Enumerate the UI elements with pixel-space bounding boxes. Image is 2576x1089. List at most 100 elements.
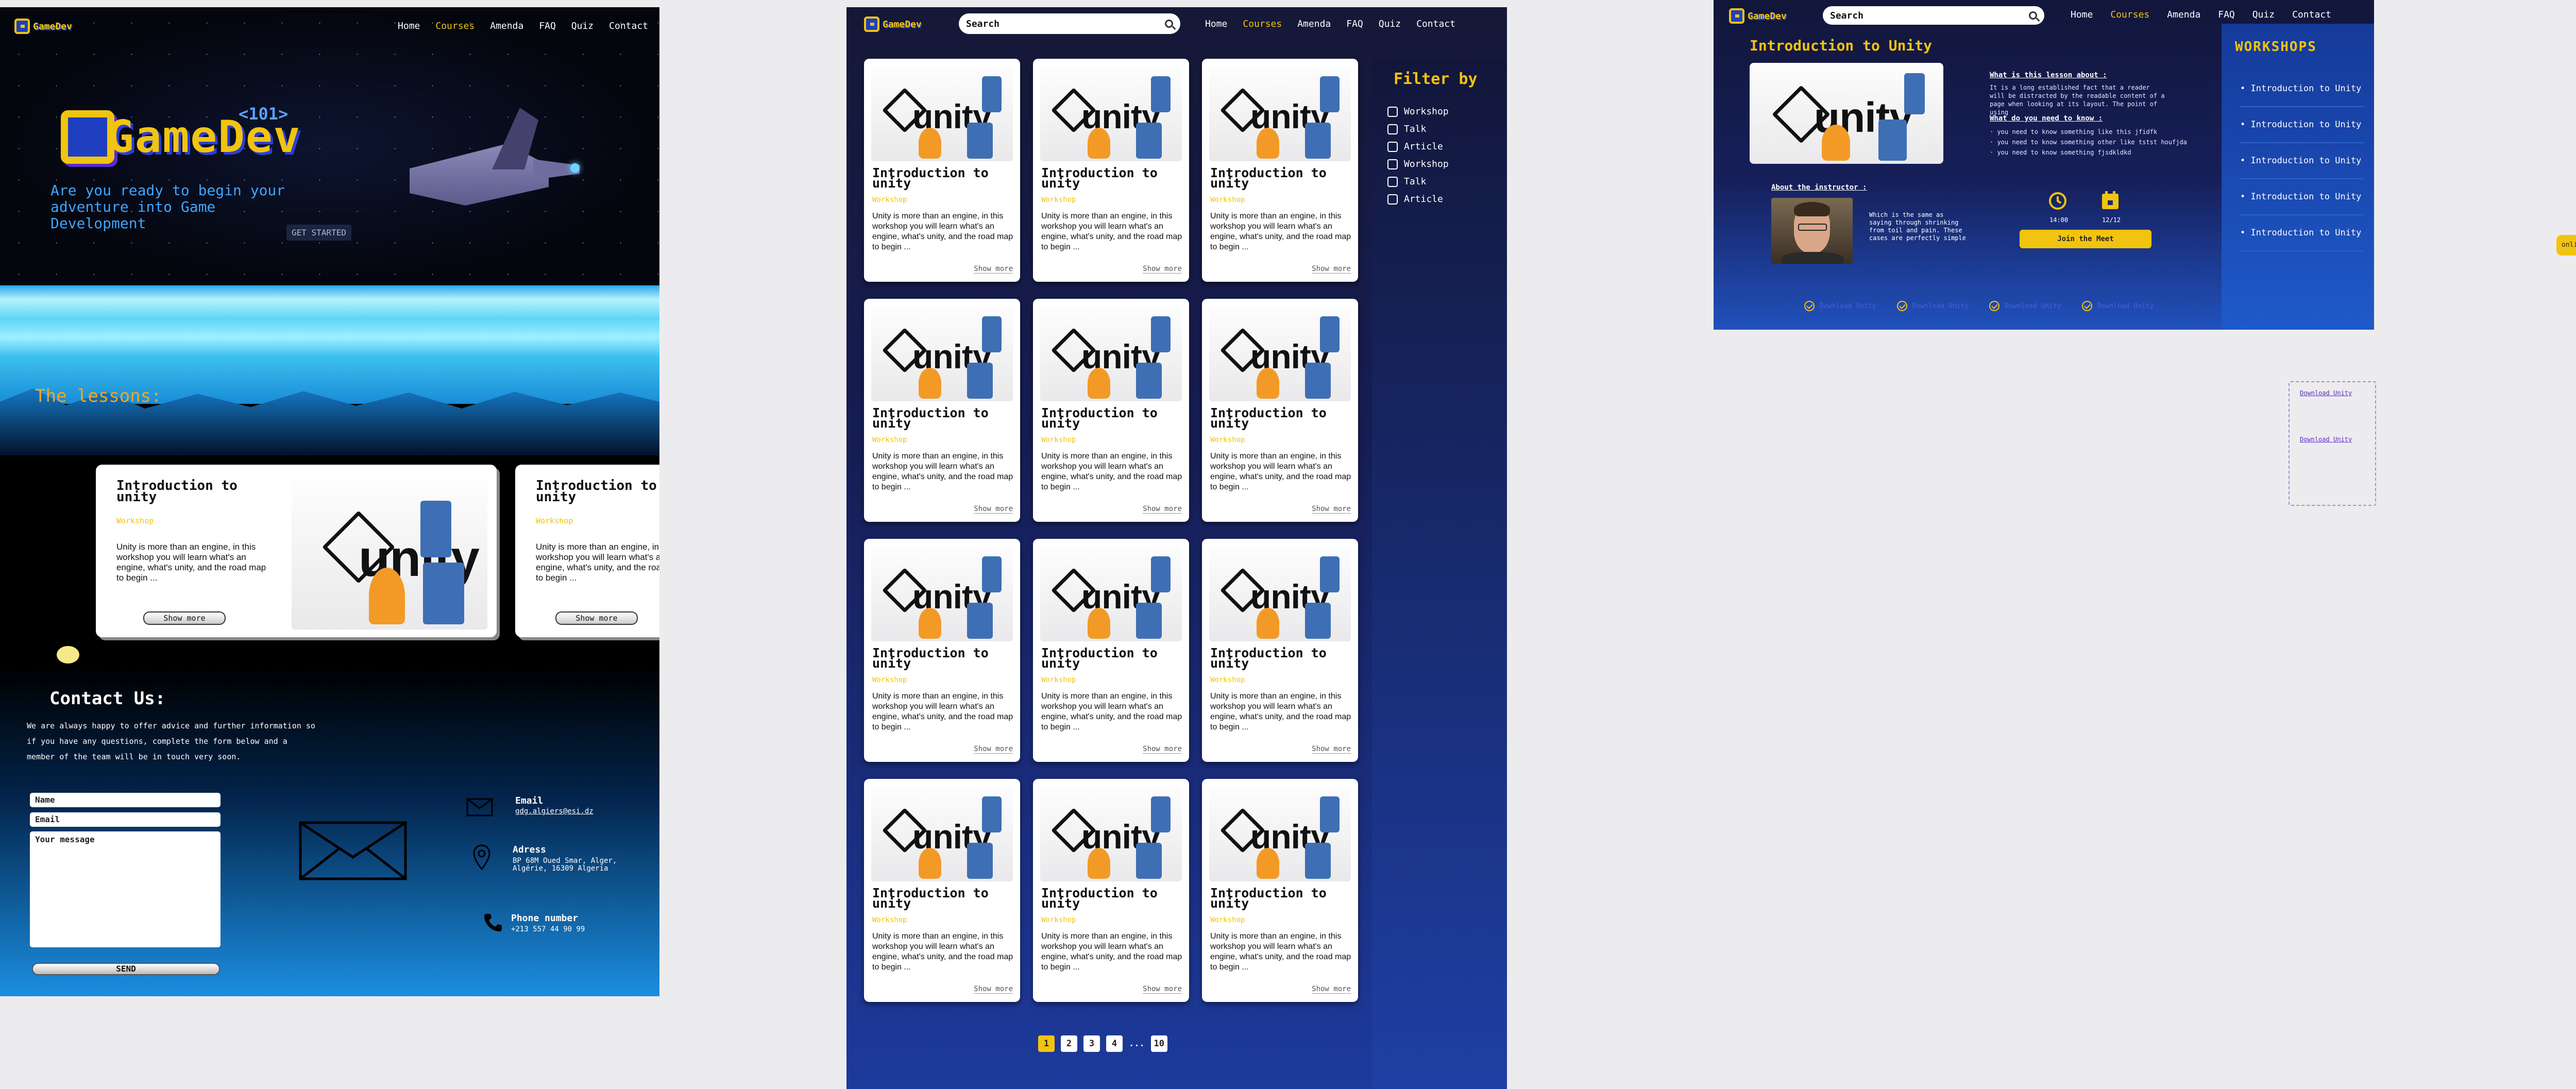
name-field[interactable]: Name	[30, 793, 221, 807]
course-card[interactable]: unity Introduction to unity Workshop Unity …	[1033, 779, 1189, 1002]
send-button[interactable]: SEND	[32, 963, 220, 975]
phone-value[interactable]: +213 557 44 90 99	[511, 925, 585, 933]
search-input[interactable]: Search	[1830, 10, 1863, 21]
show-more-button[interactable]: Show more	[555, 611, 638, 625]
search-bar[interactable]: Search	[959, 13, 1180, 34]
unity-thumbnail: unity	[1209, 546, 1351, 641]
nav-home[interactable]: Home	[398, 21, 420, 31]
lesson-card[interactable]: Introduction to unity Workshop Unity is …	[515, 465, 659, 637]
nav-amenda[interactable]: Amenda	[490, 21, 523, 31]
nav-home[interactable]: Home	[2071, 9, 2093, 20]
nav-courses[interactable]: Courses	[1243, 19, 1282, 29]
landing-nav: Home Courses Amenda FAQ Quiz Contact	[398, 21, 648, 31]
nav-amenda[interactable]: Amenda	[2167, 9, 2200, 20]
show-more-link[interactable]: Show more	[1312, 265, 1351, 274]
download-unity-link[interactable]: Download Unity	[1989, 301, 2061, 311]
course-card[interactable]: unity Introduction to unity Workshop Unity …	[1202, 539, 1358, 762]
page-button[interactable]: 10	[1150, 1035, 1167, 1052]
message-field[interactable]: Your message	[30, 831, 221, 947]
page-button[interactable]: 4	[1106, 1035, 1123, 1052]
email-value[interactable]: gdg.algiers@esi.dz	[515, 807, 594, 815]
filter-option[interactable]: Talk	[1387, 124, 1449, 134]
filter-option[interactable]: Workshop	[1387, 106, 1449, 117]
download-link[interactable]: Download Unity	[2300, 389, 2352, 397]
navbar-logo[interactable]: GameDev	[14, 19, 72, 34]
filter-checkbox[interactable]	[1387, 159, 1398, 169]
nav-amenda[interactable]: Amenda	[1297, 19, 1331, 29]
filter-checkbox[interactable]	[1387, 176, 1398, 187]
show-more-link[interactable]: Show more	[1312, 745, 1351, 754]
course-card[interactable]: unity Introduction to unity Workshop Unity …	[1033, 299, 1189, 522]
filter-option[interactable]: Workshop	[1387, 159, 1449, 169]
course-card[interactable]: unity Introduction to unity Workshop Unity …	[1202, 299, 1358, 522]
filter-option[interactable]: Article	[1387, 141, 1449, 152]
course-card-title: Introduction to unity	[1210, 886, 1327, 911]
nav-courses[interactable]: Courses	[435, 21, 474, 31]
navbar-logo[interactable]: GameDev	[864, 16, 922, 32]
course-card[interactable]: unity Introduction to unity Workshop Unity …	[864, 539, 1020, 762]
show-more-button[interactable]: Show more	[143, 611, 226, 625]
course-card[interactable]: unity Introduction to unity Workshop Unity …	[864, 779, 1020, 1002]
page-button[interactable]: 3	[1083, 1035, 1100, 1052]
filter-checkbox[interactable]	[1387, 194, 1398, 205]
course-card[interactable]: unity Introduction to unity Workshop Unity …	[864, 59, 1020, 282]
show-more-link[interactable]: Show more	[974, 265, 1013, 274]
workshop-item[interactable]: • Introduction to Unity	[2240, 215, 2364, 251]
filter-option[interactable]: Article	[1387, 194, 1449, 205]
workshop-item[interactable]: • Introduction to Unity	[2240, 179, 2364, 215]
page-button[interactable]: 1	[1038, 1035, 1055, 1052]
navbar-logo[interactable]: GameDev	[1729, 8, 1787, 24]
download-unity-link[interactable]: Download Unity	[2081, 301, 2154, 311]
nav-quiz[interactable]: Quiz	[571, 21, 594, 31]
filter-checkbox[interactable]	[1387, 106, 1398, 117]
location-icon	[473, 844, 490, 870]
get-started-button[interactable]: GET STARTED	[286, 225, 351, 241]
workshop-item[interactable]: • Introduction to Unity	[2240, 71, 2364, 107]
online-badge[interactable]: online	[2556, 235, 2576, 256]
nav-quiz[interactable]: Quiz	[1379, 19, 1401, 29]
join-meet-button[interactable]: Join the Meet	[2020, 230, 2151, 248]
nav-faq[interactable]: FAQ	[2218, 9, 2235, 20]
nav-quiz[interactable]: Quiz	[2252, 9, 2275, 20]
download-unity-link[interactable]: Download Unity	[1896, 301, 1969, 311]
course-card[interactable]: unity Introduction to unity Workshop Unity …	[1202, 779, 1358, 1002]
show-more-link[interactable]: Show more	[974, 985, 1013, 994]
course-card[interactable]: unity Introduction to unity Workshop Unity …	[1033, 59, 1189, 282]
nav-home[interactable]: Home	[1205, 19, 1227, 29]
nav-contact[interactable]: Contact	[2292, 9, 2331, 20]
course-card[interactable]: unity Introduction to unity Workshop Unity …	[1202, 59, 1358, 282]
download-unity-link[interactable]: Download Unity	[1804, 301, 1876, 311]
workshop-item-label: Introduction to Unity	[2250, 228, 2362, 238]
nav-contact[interactable]: Contact	[1416, 19, 1455, 29]
email-field[interactable]: Email	[30, 812, 221, 827]
lesson-card[interactable]: Introduction to unity Workshop Unity is …	[96, 465, 497, 637]
filter-option[interactable]: Talk	[1387, 176, 1449, 187]
nav-contact[interactable]: Contact	[609, 21, 648, 31]
filter-checkbox[interactable]	[1387, 141, 1398, 152]
search-icon[interactable]	[1165, 20, 1173, 28]
show-more-link[interactable]: Show more	[1143, 505, 1182, 514]
lesson-screen: GameDev Search Home Courses Amenda FAQ Q…	[1714, 0, 2374, 330]
download-link[interactable]: Download Unity	[2300, 436, 2352, 443]
nav-courses[interactable]: Courses	[2110, 9, 2149, 20]
workshop-item[interactable]: • Introduction to Unity	[2240, 143, 2364, 179]
download-label: Download Unity	[1912, 302, 1969, 310]
show-more-link[interactable]: Show more	[1143, 985, 1182, 994]
show-more-link[interactable]: Show more	[1312, 505, 1351, 514]
page-button[interactable]: 2	[1061, 1035, 1077, 1052]
show-more-link[interactable]: Show more	[974, 505, 1013, 514]
show-more-link[interactable]: Show more	[1143, 745, 1182, 754]
course-card[interactable]: unity Introduction to unity Workshop Unity …	[1033, 539, 1189, 762]
show-more-link[interactable]: Show more	[974, 745, 1013, 754]
search-icon[interactable]	[2029, 11, 2037, 20]
show-more-link[interactable]: Show more	[1312, 985, 1351, 994]
search-bar[interactable]: Search	[1823, 6, 2044, 25]
show-more-link[interactable]: Show more	[1143, 265, 1182, 274]
nav-faq[interactable]: FAQ	[1346, 19, 1363, 29]
search-input[interactable]: Search	[966, 19, 999, 29]
filter-checkbox[interactable]	[1387, 124, 1398, 134]
nav-faq[interactable]: FAQ	[539, 21, 556, 31]
course-card[interactable]: unity Introduction to unity Workshop Unity …	[864, 299, 1020, 522]
need-item: · you need to know something like this j…	[1990, 128, 2158, 135]
workshop-item[interactable]: • Introduction to Unity	[2240, 107, 2364, 143]
